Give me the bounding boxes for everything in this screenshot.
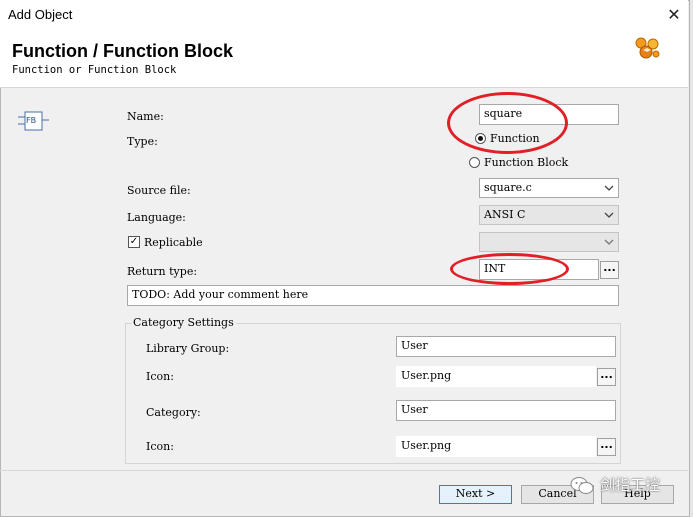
icon-label: Icon: (146, 370, 174, 383)
category-icon-field[interactable]: User.png (396, 436, 596, 457)
replicable-dropdown[interactable] (479, 232, 619, 252)
page-subtitle: Function or Function Block (12, 64, 177, 76)
wechat-icon (570, 477, 594, 494)
category-label: Category: (146, 406, 201, 419)
category-settings-title: Category Settings (131, 316, 236, 329)
replicable-label: Replicable (144, 236, 203, 249)
name-label: Name: (127, 110, 164, 123)
next-button[interactable]: Next > (439, 485, 512, 504)
replicable-checkbox[interactable]: ✓ (128, 236, 140, 248)
footer-separator (0, 470, 688, 471)
title-bar (0, 0, 688, 31)
page-title: Function / Function Block (12, 41, 233, 61)
chevron-down-icon (604, 212, 614, 218)
language-value: ANSI C (484, 208, 526, 221)
type-option-function-block-label: Function Block (484, 156, 569, 169)
comment-input[interactable]: TODO: Add your comment here (127, 285, 619, 306)
type-radio-function-block[interactable] (469, 157, 480, 168)
category-icon-browse-button[interactable]: ... (597, 438, 616, 456)
library-icon-field[interactable]: User.png (396, 366, 596, 387)
close-icon[interactable]: ✕ (662, 4, 686, 26)
category-icon-label: Icon: (146, 440, 174, 453)
window-title: Add Object (8, 7, 73, 22)
category-input[interactable]: User (396, 400, 616, 421)
return-type-label: Return type: (127, 265, 198, 278)
return-type-browse-button[interactable]: ... (600, 261, 619, 279)
chevron-down-icon (604, 239, 614, 245)
language-dropdown[interactable]: ANSI C (479, 205, 619, 225)
library-group-input[interactable]: User (396, 336, 616, 357)
type-label: Type: (127, 135, 158, 148)
watermark-text: 剑指工控 (600, 476, 661, 494)
object-wizard-icon (635, 37, 660, 59)
library-icon-browse-button[interactable]: ... (597, 368, 616, 386)
source-file-dropdown[interactable]: square.c (479, 178, 619, 198)
highlight-oval-name-type (447, 92, 568, 154)
highlight-oval-return-type (450, 253, 569, 285)
function-block-icon-label: FB (26, 116, 37, 125)
source-file-value: square.c (484, 181, 532, 194)
language-label: Language: (127, 211, 186, 224)
source-file-label: Source file: (127, 184, 191, 197)
chevron-down-icon (604, 185, 614, 191)
library-group-label: Library Group: (146, 342, 230, 355)
